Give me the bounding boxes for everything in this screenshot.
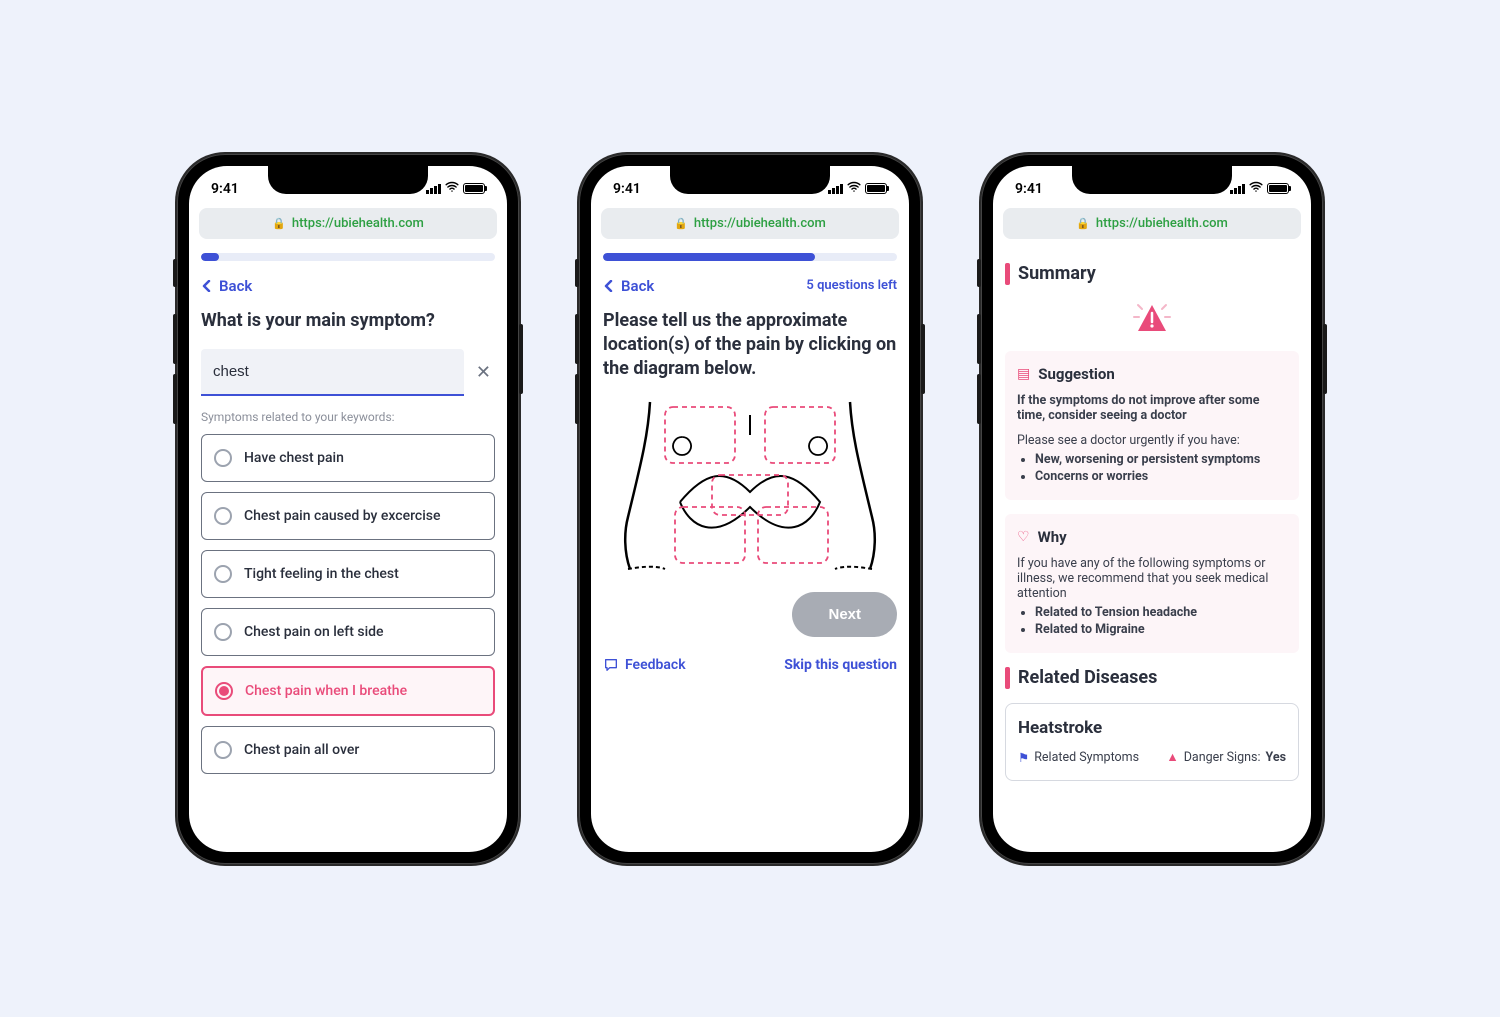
option-label: Chest pain all over: [244, 742, 359, 758]
zone-upper-left[interactable]: [665, 407, 735, 463]
radio-icon: [214, 565, 232, 583]
clear-icon[interactable]: ✕: [472, 358, 495, 387]
questions-left: 5 questions left: [806, 278, 897, 293]
cellular-icon: [426, 184, 441, 194]
suggestion-bullet: Concerns or worries: [1035, 469, 1287, 484]
phone-mock-2: 9:41 🔒 https://ubiehealth.com Back 5 que…: [579, 154, 921, 864]
url-text: https://ubiehealth.com: [292, 216, 424, 231]
back-button[interactable]: Back: [201, 277, 252, 295]
status-time: 9:41: [1015, 181, 1043, 197]
lock-icon: 🔒: [272, 217, 286, 230]
url-text: https://ubiehealth.com: [1096, 216, 1228, 231]
question-title: What is your main symptom?: [201, 309, 495, 333]
symptom-option[interactable]: Chest pain all over: [201, 726, 495, 774]
progress-bar: [603, 253, 897, 261]
browser-url-bar[interactable]: 🔒 https://ubiehealth.com: [199, 208, 497, 239]
alert-icon: [1005, 299, 1299, 339]
related-diseases-header: Related Diseases: [1005, 667, 1299, 689]
back-button[interactable]: Back: [603, 277, 654, 295]
document-icon: ▤: [1017, 366, 1030, 382]
why-bullet: Related to Migraine: [1035, 622, 1287, 637]
back-label: Back: [219, 277, 252, 295]
status-time: 9:41: [211, 181, 239, 197]
symptom-option-selected[interactable]: Chest pain when I breathe: [201, 666, 495, 716]
related-label: Symptoms related to your keywords:: [201, 410, 495, 424]
browser-url-bar[interactable]: 🔒 https://ubiehealth.com: [1003, 208, 1301, 239]
battery-icon: [463, 183, 485, 194]
status-bar: 9:41: [189, 166, 507, 204]
lock-icon: 🔒: [1076, 217, 1090, 230]
radio-icon: [214, 741, 232, 759]
comment-icon: [603, 657, 619, 673]
phone-mock-1: 9:41 🔒 https://ubiehealth.com Back What …: [177, 154, 519, 864]
symptom-option[interactable]: Have chest pain: [201, 434, 495, 482]
heart-icon: ♡: [1017, 529, 1030, 545]
next-button[interactable]: Next: [792, 592, 897, 637]
radio-icon: [214, 623, 232, 641]
symptom-option[interactable]: Chest pain on left side: [201, 608, 495, 656]
radio-icon: [215, 682, 233, 700]
option-label: Chest pain on left side: [244, 624, 384, 640]
danger-label: Danger Signs:: [1184, 750, 1261, 765]
body-diagram[interactable]: [603, 397, 897, 572]
wifi-icon: [847, 180, 861, 198]
why-lead: If you have any of the following symptom…: [1017, 556, 1287, 601]
cellular-icon: [828, 184, 843, 194]
why-title: Why: [1038, 528, 1067, 546]
wifi-icon: [445, 180, 459, 198]
option-label: Chest pain caused by excercise: [244, 508, 440, 524]
battery-icon: [1267, 183, 1289, 194]
why-bullet: Related to Tension headache: [1035, 605, 1287, 620]
feedback-label: Feedback: [625, 657, 686, 673]
zone-upper-right[interactable]: [765, 407, 835, 463]
feedback-link[interactable]: Feedback: [603, 657, 686, 673]
suggestion-card: ▤ Suggestion If the symptoms do not impr…: [1005, 351, 1299, 500]
suggestion-lead: Please see a doctor urgently if you have…: [1017, 433, 1287, 448]
chevron-left-icon: [603, 280, 615, 292]
warning-icon: ▲: [1166, 750, 1178, 765]
chevron-left-icon: [201, 280, 213, 292]
radio-icon: [214, 507, 232, 525]
browser-url-bar[interactable]: 🔒 https://ubiehealth.com: [601, 208, 899, 239]
back-label: Back: [621, 277, 654, 295]
phone-mock-3: 9:41 🔒 https://ubiehealth.com Summary: [981, 154, 1323, 864]
suggestion-bullet: New, worsening or persistent symptoms: [1035, 452, 1287, 467]
symptom-search-input[interactable]: [201, 349, 464, 396]
status-bar: 9:41: [591, 166, 909, 204]
danger-value: Yes: [1265, 750, 1286, 765]
related-symptoms-label: Related Symptoms: [1034, 750, 1139, 765]
status-bar: 9:41: [993, 166, 1311, 204]
skip-link[interactable]: Skip this question: [784, 657, 897, 673]
summary-section-header: Summary: [1005, 263, 1299, 285]
progress-bar: [201, 253, 495, 261]
option-label: Have chest pain: [244, 450, 344, 466]
disease-card[interactable]: Heatstroke ⚑ Related Symptoms ▲ Danger S…: [1005, 703, 1299, 781]
disease-name: Heatstroke: [1018, 718, 1286, 738]
lock-icon: 🔒: [674, 217, 688, 230]
zone-center[interactable]: [712, 475, 788, 515]
radio-icon: [214, 449, 232, 467]
question-title: Please tell us the approximate location(…: [603, 309, 897, 382]
why-card: ♡ Why If you have any of the following s…: [1005, 514, 1299, 653]
related-diseases-title: Related Diseases: [1018, 667, 1157, 688]
battery-icon: [865, 183, 887, 194]
suggestion-strong: If the symptoms do not improve after som…: [1017, 393, 1287, 423]
status-time: 9:41: [613, 181, 641, 197]
cellular-icon: [1230, 184, 1245, 194]
symptom-option[interactable]: Chest pain caused by excercise: [201, 492, 495, 540]
option-label: Chest pain when I breathe: [245, 683, 407, 699]
suggestion-title: Suggestion: [1038, 365, 1115, 383]
symptom-option[interactable]: Tight feeling in the chest: [201, 550, 495, 598]
url-text: https://ubiehealth.com: [694, 216, 826, 231]
wifi-icon: [1249, 180, 1263, 198]
summary-title: Summary: [1018, 263, 1096, 284]
option-label: Tight feeling in the chest: [244, 566, 399, 582]
flag-icon: ⚑: [1018, 750, 1029, 766]
